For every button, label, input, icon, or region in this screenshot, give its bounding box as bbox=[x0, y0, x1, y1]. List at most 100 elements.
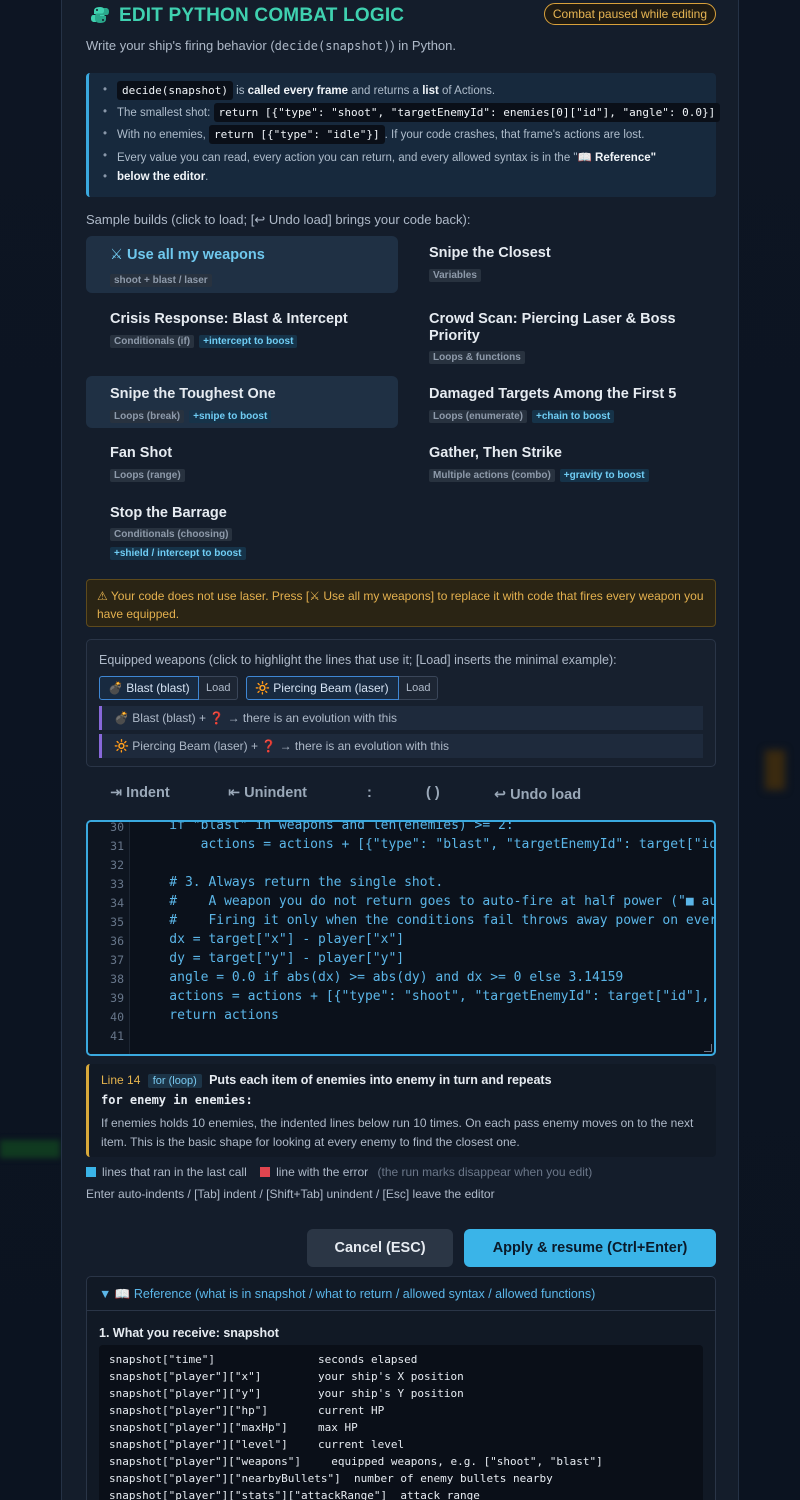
evolution-hint: 🔆 Piercing Beam (laser) + ❓ → there is a… bbox=[99, 734, 703, 758]
reference-section-title: 1. What you receive: snapshot bbox=[99, 1326, 279, 1340]
sample-gather-then-strike[interactable]: Gather, Then Strike Multiple actions (co… bbox=[405, 436, 717, 486]
legend-note: (the run marks disappear when you edit) bbox=[377, 1165, 593, 1179]
weapon-laser-load-button[interactable]: Load bbox=[399, 676, 439, 700]
code-line: actions = actions + [{"type": "blast", "… bbox=[138, 837, 716, 852]
line-number: 41 bbox=[110, 1029, 124, 1043]
explanation-code: for enemy in enemies: bbox=[101, 1093, 253, 1107]
ran-lines-swatch bbox=[86, 1167, 96, 1177]
reference-key: snapshot["player"]["y"] bbox=[109, 1387, 262, 1400]
sample-tags: Multiple actions (combo) +gravity to boos… bbox=[429, 465, 654, 483]
undo-load-button[interactable]: ↩ Undo load bbox=[494, 787, 581, 803]
sample-title: ⚔ Use all my weapons bbox=[110, 247, 265, 263]
reference-description: your ship's Y position bbox=[318, 1387, 464, 1400]
code-line: angle = 0.0 if abs(dx) >= abs(dy) and dx… bbox=[138, 970, 624, 985]
reference-key: snapshot["player"]["weapons"] bbox=[109, 1455, 302, 1468]
sample-crisis-response[interactable]: Crisis Response: Blast & Intercept Condi… bbox=[86, 301, 398, 361]
weapon-laser-button[interactable]: 🔆 Piercing Beam (laser) bbox=[246, 676, 399, 700]
info-line: With no enemies, return [{"type": "idle"… bbox=[103, 125, 645, 144]
sample-tag: Loops & functions bbox=[429, 351, 525, 364]
subtitle-text: ) in Python. bbox=[390, 38, 457, 53]
reference-description: equipped weapons, e.g. ["shoot", "blast"… bbox=[318, 1455, 603, 1468]
reference-description: your ship's X position bbox=[318, 1370, 464, 1383]
sample-snipe-toughest[interactable]: Snipe the Toughest One Loops (break) +sni… bbox=[86, 376, 398, 428]
sample-boost-tag: +gravity to boost bbox=[559, 469, 649, 482]
sample-use-all-weapons[interactable]: ⚔ Use all my weapons shoot + blast / las… bbox=[86, 236, 398, 293]
sample-tags: shoot + blast / laser bbox=[110, 270, 217, 288]
insert-colon-button[interactable]: : bbox=[367, 785, 372, 801]
sample-tags: Loops (enumerate) +chain to boost bbox=[429, 406, 619, 424]
reference-key: snapshot["player"]["x"] bbox=[109, 1370, 262, 1383]
sample-damaged-targets[interactable]: Damaged Targets Among the First 5 Loops … bbox=[405, 376, 717, 428]
sample-tag: Variables bbox=[429, 269, 481, 282]
explanation-text: If enemies holds 10 enemies, the indente… bbox=[101, 1116, 694, 1149]
code-line: # Firing it only when the conditions fai… bbox=[169, 913, 714, 928]
line-number: 32 bbox=[110, 858, 124, 872]
info-bold: list bbox=[422, 85, 439, 97]
editor-panel: EDIT PYTHON COMBAT LOGIC Combat paused w… bbox=[61, 0, 739, 1500]
keyboard-hints: Enter auto-indents / [Tab] indent / [Shi… bbox=[86, 1187, 495, 1201]
laser-warning: ⚠ Your code does not use laser. Press [⚔… bbox=[86, 579, 716, 627]
sample-tag: Loops (break) bbox=[110, 410, 185, 423]
indent-button[interactable]: ⇥ Indent bbox=[110, 785, 170, 801]
sample-boost-tag: +snipe to boost bbox=[189, 410, 272, 423]
legend-ran-text: lines that ran in the last call bbox=[102, 1165, 247, 1179]
explanation-line-number: Line 14 bbox=[101, 1073, 141, 1087]
code-line: # 3. Always return the single shot. bbox=[138, 875, 444, 890]
info-box: decide(snapshot) is called every frame a… bbox=[86, 73, 721, 197]
info-text: of Actions. bbox=[438, 85, 496, 97]
info-line-continued: below the editor. bbox=[103, 171, 208, 183]
background-glow bbox=[765, 750, 785, 790]
equipped-weapons-box: Equipped weapons (click to highlight the… bbox=[86, 639, 716, 767]
code-editor[interactable]: 30 if "blast" in weapons and len(enemies… bbox=[86, 820, 716, 1056]
background-glow bbox=[0, 1140, 60, 1158]
error-line-swatch bbox=[260, 1167, 271, 1177]
info-text: . If your code crashes, that frame's act… bbox=[384, 129, 645, 141]
code-line: return actions bbox=[138, 1008, 279, 1023]
info-line: The smallest shot: return [{"type": "sho… bbox=[103, 103, 721, 122]
weapon-blast-button[interactable]: 💣 Blast (blast) bbox=[99, 676, 199, 700]
apply-resume-button[interactable]: Apply & resume (Ctrl+Enter) bbox=[464, 1229, 716, 1267]
reference-description: seconds elapsed bbox=[318, 1353, 418, 1366]
line-number: 33 bbox=[110, 877, 124, 891]
insert-parens-button[interactable]: ( ) bbox=[426, 785, 440, 801]
sample-tag: Conditionals (if) bbox=[110, 335, 195, 348]
sample-tag: Conditionals (choosing) bbox=[110, 528, 233, 541]
sample-snipe-closest[interactable]: Snipe the Closest Variables bbox=[405, 236, 717, 293]
sample-tags: Loops (break) +snipe to boost bbox=[110, 406, 276, 424]
weapon-blast-load-button[interactable]: Load bbox=[199, 676, 239, 700]
reference-panel: ▼ 📖 Reference (what is in snapshot / wha… bbox=[86, 1276, 716, 1500]
equipped-label: Equipped weapons (click to highlight the… bbox=[99, 653, 617, 667]
reference-description: current HP bbox=[318, 1404, 385, 1417]
sample-title-line2: Priority bbox=[429, 328, 480, 344]
sample-tag: Loops (enumerate) bbox=[429, 410, 528, 423]
sample-crowd-scan[interactable]: Crowd Scan: Piercing Laser & Boss Priori… bbox=[405, 301, 717, 364]
sample-stop-barrage[interactable]: Stop the Barrage Conditionals (choosing)… bbox=[86, 495, 398, 561]
syntax-explanation: Line 14 for (loop) Puts each item of ene… bbox=[86, 1064, 716, 1157]
unindent-button[interactable]: ⇤ Unindent bbox=[228, 785, 307, 801]
sample-boost-tag: +chain to boost bbox=[532, 410, 615, 423]
code-line: dx = target["x"] - player["x"] bbox=[138, 932, 405, 947]
line-number: 31 bbox=[110, 839, 124, 853]
info-text: Every value you can read, every action y… bbox=[117, 152, 578, 164]
code-chip: return [{"type": "shoot", "targetEnemyId… bbox=[213, 103, 721, 122]
sample-tag: Multiple actions (combo) bbox=[429, 469, 555, 482]
sample-tags: Conditionals (if) +intercept to boost bbox=[110, 331, 302, 349]
line-number: 37 bbox=[110, 953, 124, 967]
reference-toggle[interactable]: ▼ 📖 Reference (what is in snapshot / wha… bbox=[99, 1287, 595, 1302]
sample-tags: Conditionals (choosing) bbox=[110, 524, 237, 542]
code-line: dy = target["y"] - player["y"] bbox=[138, 951, 405, 966]
reference-key: snapshot["player"]["stats"]["attackRange… bbox=[109, 1489, 480, 1500]
samples-label: Sample builds (click to load; [↩ Undo lo… bbox=[86, 212, 471, 227]
sample-title: Fan Shot bbox=[110, 445, 173, 461]
reference-key: snapshot["player"]["hp"] bbox=[109, 1404, 268, 1417]
reference-description: max HP bbox=[318, 1421, 358, 1434]
sample-tags: Loops (range) bbox=[110, 465, 190, 483]
line-number: 40 bbox=[110, 1010, 124, 1024]
subtitle-code: decide(snapshot) bbox=[274, 39, 391, 53]
resize-handle[interactable] bbox=[704, 1044, 712, 1052]
sample-fan-shot[interactable]: Fan Shot Loops (range) bbox=[86, 436, 398, 486]
cancel-button[interactable]: Cancel (ESC) bbox=[307, 1229, 453, 1267]
panel-header: EDIT PYTHON COMBAT LOGIC Combat paused w… bbox=[86, 3, 716, 28]
status-badge: Combat paused while editing bbox=[543, 3, 716, 25]
sample-title: Snipe the Closest bbox=[429, 245, 551, 261]
